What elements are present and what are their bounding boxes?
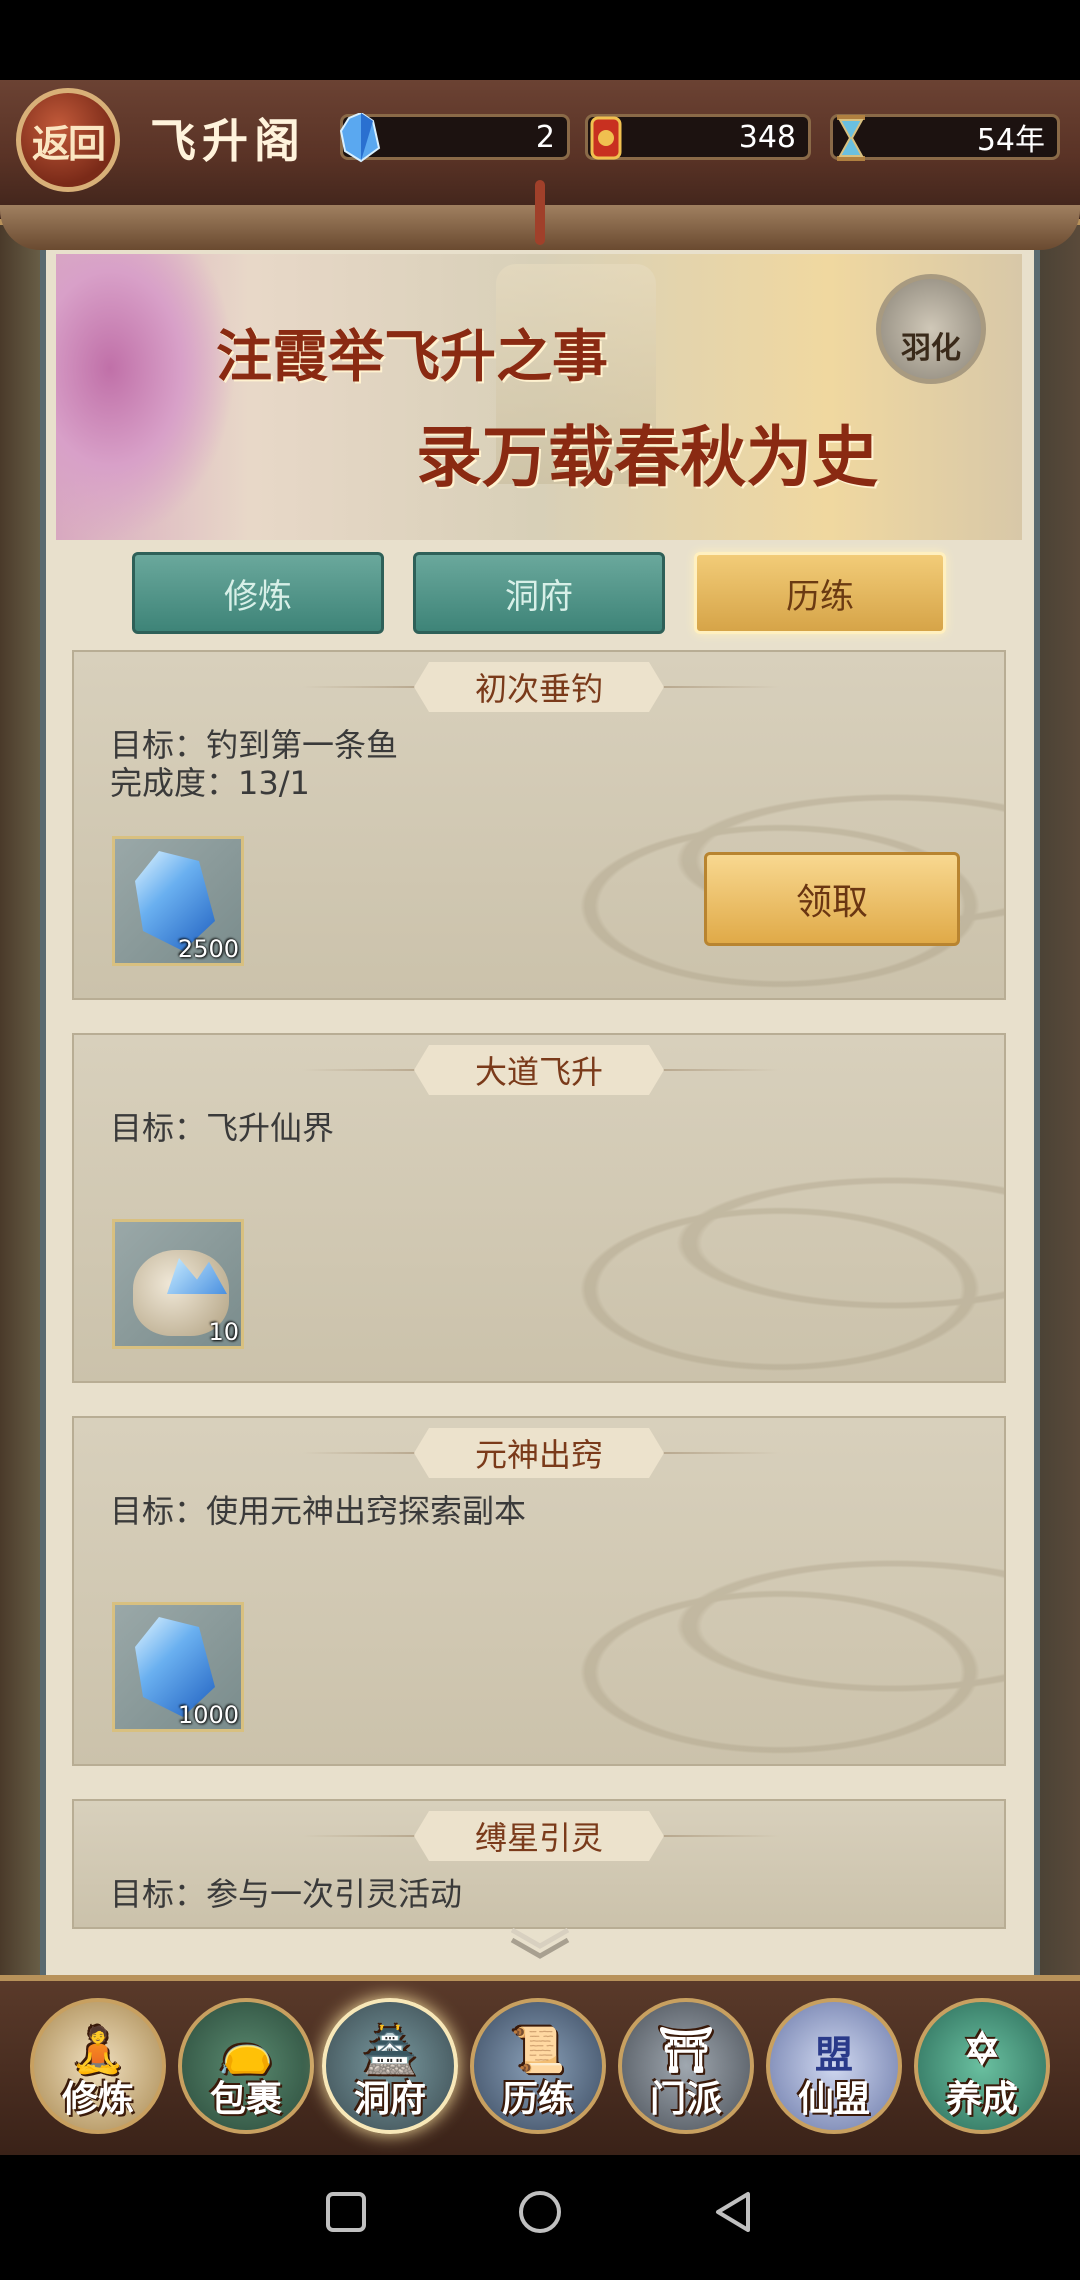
quest-title: 元神出窍 xyxy=(414,1428,664,1478)
quest-card: 大道飞升 目标：飞升仙界 10 xyxy=(72,1033,1006,1383)
reward-item[interactable]: 1000 xyxy=(112,1602,244,1732)
quest-card: 元神出窍 目标：使用元神出窍探索副本 1000 xyxy=(72,1416,1006,1766)
banner-slogan-line2: 录万载春秋为史 xyxy=(416,418,878,496)
quest-goal: 目标：参与一次引灵活动 xyxy=(110,1875,463,1913)
reward-count: 1000 xyxy=(177,1701,239,1729)
scroll-icon: 📜 xyxy=(510,2025,566,2076)
token-counter: 348 xyxy=(585,114,811,160)
quest-goal: 目标：飞升仙界 xyxy=(110,1109,335,1147)
hourglass-icon xyxy=(825,109,877,167)
cave-house-icon: 🏯 xyxy=(362,2025,418,2076)
cultivator-icon: 🧘 xyxy=(70,2025,126,2076)
nav-label: 历练 xyxy=(501,2078,574,2120)
nav-label: 修炼 xyxy=(61,2078,134,2120)
quest-goal: 目标：钓到第一条鱼 xyxy=(110,726,399,764)
tab-training[interactable]: 历练 xyxy=(694,552,946,634)
year-value: 54年 xyxy=(976,123,1045,158)
quest-card: 初次垂钓 目标：钓到第一条鱼 完成度：13/1 2500 领取 xyxy=(72,650,1006,1000)
quest-goal: 目标：使用元神出窍探索副本 xyxy=(110,1492,527,1530)
nav-label: 门派 xyxy=(649,2078,722,2120)
blossom-decoration xyxy=(56,254,236,540)
wave-decoration xyxy=(444,1151,1004,1381)
wave-decoration xyxy=(444,1534,1004,1764)
home-icon[interactable] xyxy=(516,2188,564,2247)
sect-gate-icon: ⛩ xyxy=(658,2025,714,2076)
quest-title: 大道飞升 xyxy=(414,1045,664,1095)
quest-progress: 完成度：13/1 xyxy=(110,764,310,802)
nav-cultivation[interactable]: 🧘 修炼 xyxy=(30,1998,166,2134)
tab-cultivation[interactable]: 修炼 xyxy=(132,552,384,634)
chevron-down-icon[interactable] xyxy=(500,1922,580,1962)
reward-count: 10 xyxy=(208,1318,239,1346)
system-nav-bar xyxy=(0,2155,1080,2280)
crystal-counter: 2 xyxy=(339,113,570,163)
token-icon xyxy=(580,109,632,167)
reward-item[interactable]: 2500 xyxy=(112,836,244,966)
banner-slogan-line1: 注霞举飞升之事 xyxy=(216,324,608,390)
quest-card: 缚星引灵 目标：参与一次引灵活动 xyxy=(72,1799,1006,1929)
reward-count: 2500 xyxy=(177,935,239,963)
back-icon[interactable] xyxy=(712,2190,756,2245)
scroll-pin xyxy=(535,180,545,245)
nav-bag[interactable]: 👝 包裹 xyxy=(178,1998,314,2134)
token-count: 348 xyxy=(738,119,796,155)
alliance-crown-icon: 盟 xyxy=(814,2032,854,2077)
yuhua-label: 羽化 xyxy=(901,331,961,366)
nav-label: 洞府 xyxy=(353,2078,426,2120)
nav-label: 包裹 xyxy=(209,2078,282,2120)
recent-apps-icon[interactable] xyxy=(324,2190,368,2245)
nav-growth[interactable]: ✡ 养成 xyxy=(914,1998,1050,2134)
page-title: 飞升阁 xyxy=(150,114,306,168)
claim-button[interactable]: 领取 xyxy=(704,852,960,946)
year-counter: 54年 xyxy=(830,114,1060,161)
crystal-icon xyxy=(335,109,387,167)
pentagram-icon: ✡ xyxy=(963,2024,1001,2075)
back-button[interactable]: 返回 xyxy=(16,88,120,192)
nav-label: 养成 xyxy=(945,2078,1018,2120)
quest-title: 初次垂钓 xyxy=(414,662,664,712)
crystal-count: 2 xyxy=(535,119,555,155)
bag-icon: 👝 xyxy=(218,2025,274,2076)
ascension-banner: 注霞举飞升之事 录万载春秋为史 羽化 xyxy=(56,254,1022,540)
nav-cave[interactable]: 🏯 洞府 xyxy=(322,1998,458,2134)
reward-item[interactable]: 10 xyxy=(112,1219,244,1349)
nav-training[interactable]: 📜 历练 xyxy=(470,1998,606,2134)
nav-alliance[interactable]: 盟 仙盟 xyxy=(766,1998,902,2134)
tab-cave[interactable]: 洞府 xyxy=(413,552,665,634)
nav-sect[interactable]: ⛩ 门派 xyxy=(618,1998,754,2134)
quest-title: 缚星引灵 xyxy=(414,1811,664,1861)
yuhua-button[interactable]: 羽化 xyxy=(876,274,986,384)
